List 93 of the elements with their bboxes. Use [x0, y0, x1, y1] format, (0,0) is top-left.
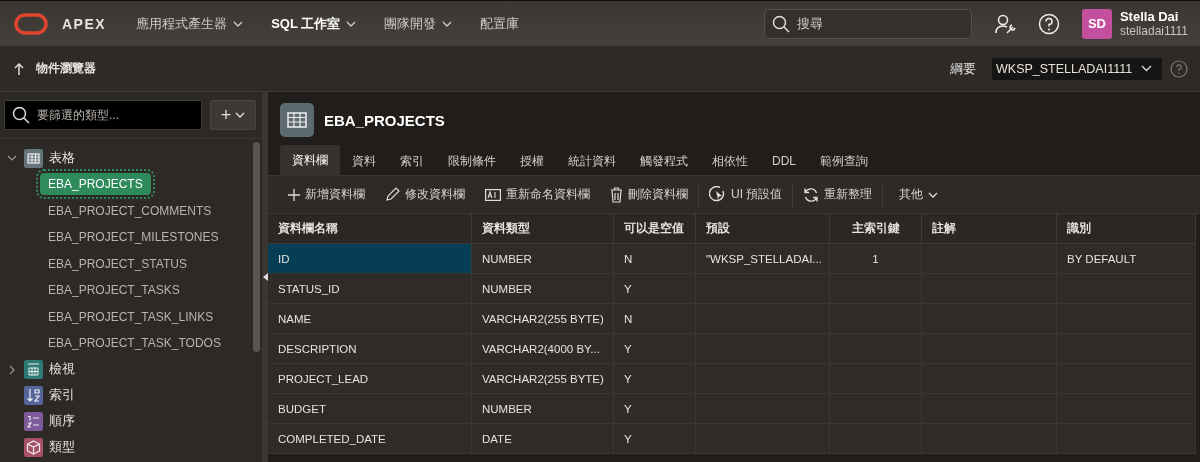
- table-cell: VARCHAR2(4000 BY...: [472, 334, 614, 364]
- table-cell: Y: [614, 424, 696, 454]
- add-button[interactable]: +: [210, 100, 256, 130]
- caret-icon: [235, 112, 246, 118]
- toolbar-button[interactable]: 刪除資料欄: [600, 180, 698, 209]
- table-cell: NAME: [268, 304, 472, 334]
- column-header[interactable]: 資料類型: [472, 214, 614, 244]
- table-cell: NUMBER: [472, 274, 614, 304]
- tab[interactable]: 授權: [508, 147, 556, 175]
- table-cell: 1: [830, 244, 922, 274]
- table-cell: DATE: [472, 424, 614, 454]
- table-cell: COMPLETED_DATE: [268, 424, 472, 454]
- tab[interactable]: 範例查詢: [808, 147, 880, 175]
- table-cell: BY DEFAULT: [1057, 244, 1196, 274]
- trash-icon: [610, 186, 623, 203]
- table-icon: [280, 103, 314, 137]
- table-cell: PROJECT_LEAD: [268, 364, 472, 394]
- nav-menu[interactable]: 配置庫: [480, 14, 520, 33]
- object-title: EBA_PROJECTS: [324, 111, 445, 129]
- table-cell: Y: [614, 334, 696, 364]
- toolbar-button[interactable]: 重新命名資料欄: [475, 180, 600, 209]
- tree-item[interactable]: EBA_PROJECT_TASK_TODOS: [40, 332, 229, 355]
- table-cell: Y: [614, 274, 696, 304]
- tab[interactable]: 資料: [340, 147, 388, 175]
- caret-icon: [442, 20, 453, 27]
- tab[interactable]: 資料欄: [280, 145, 340, 175]
- table-cell: VARCHAR2(255 BYTE): [472, 364, 614, 394]
- column-header[interactable]: 可以是空值: [614, 214, 696, 244]
- tree-item[interactable]: 檢視: [49, 361, 75, 378]
- cursor-circle-icon: [709, 186, 726, 203]
- column-header[interactable]: 資料欄名稱: [268, 214, 472, 244]
- user-id: stelladai1111: [1119, 24, 1188, 38]
- user-avatar[interactable]: SD: [1081, 8, 1112, 39]
- search-icon: [12, 106, 30, 124]
- table-cell: NUMBER: [472, 244, 614, 274]
- tree-item[interactable]: 順序: [49, 413, 75, 430]
- user-settings-icon[interactable]: [993, 12, 1016, 35]
- plus-icon: [288, 188, 300, 201]
- tab[interactable]: 索引: [388, 147, 436, 175]
- tree-item[interactable]: 索引: [49, 387, 75, 404]
- scrollbar[interactable]: [253, 142, 260, 352]
- column-header[interactable]: 主索引鍵: [830, 214, 922, 244]
- tab[interactable]: 統計資料: [556, 147, 628, 175]
- table-cell: Y: [614, 394, 696, 424]
- table-cell: N: [614, 304, 696, 334]
- column-header[interactable]: 識別: [1057, 214, 1196, 244]
- refresh-icon: [803, 186, 820, 203]
- tree-item[interactable]: 類型: [49, 439, 75, 456]
- field-label: 綱要: [950, 59, 976, 78]
- column-header[interactable]: 預設: [696, 214, 830, 244]
- filter-field[interactable]: 要篩選的類型...: [4, 100, 202, 130]
- search-icon: [771, 14, 790, 33]
- toolbar-button[interactable]: 新增資料欄: [278, 180, 375, 209]
- logo-text: APEX: [62, 15, 107, 32]
- page-title: 物件瀏覽器: [36, 60, 96, 77]
- text-field-icon: [485, 188, 501, 201]
- nav-menu[interactable]: 團隊開發: [384, 14, 453, 33]
- up-arrow-icon[interactable]: [14, 62, 24, 75]
- toolbar-button[interactable]: UI 預設值: [699, 180, 793, 209]
- table-cell: BUDGET: [268, 394, 472, 424]
- table-cell: "WKSP_STELLADAI...: [696, 244, 830, 274]
- table-cell: N: [614, 244, 696, 274]
- tab[interactable]: DDL: [760, 147, 808, 175]
- table-cell: ID: [268, 244, 472, 274]
- tree-item[interactable]: EBA_PROJECT_COMMENTS: [40, 199, 220, 222]
- column-header[interactable]: 註解: [922, 214, 1057, 244]
- tab[interactable]: 限制條件: [436, 147, 508, 175]
- toolbar-button[interactable]: 重新整理: [793, 180, 883, 209]
- logo-icon: [14, 12, 48, 35]
- nav-menu[interactable]: SQL 工作室: [271, 14, 357, 33]
- table-cell: VARCHAR2(255 BYTE): [472, 304, 614, 334]
- nav-menu[interactable]: 應用程式產生器: [136, 14, 244, 33]
- table-cell: NUMBER: [472, 394, 614, 424]
- toolbar-button[interactable]: 其他: [889, 180, 949, 209]
- tree-item[interactable]: EBA_PROJECT_STATUS: [40, 252, 195, 275]
- tab[interactable]: 相依性: [700, 147, 760, 175]
- tab[interactable]: 觸發程式: [628, 147, 700, 175]
- tree-item[interactable]: EBA_PROJECT_TASK_LINKS: [40, 305, 222, 328]
- caret-icon: [233, 20, 244, 27]
- tree-item[interactable]: EBA_PROJECT_MILESTONES: [40, 226, 227, 249]
- tree-item[interactable]: EBA_PROJECT_TASKS: [40, 279, 188, 302]
- table-cell: STATUS_ID: [268, 274, 472, 304]
- pencil-icon: [385, 187, 400, 202]
- schema-select[interactable]: WKSP_STELLADAI1111: [992, 57, 1162, 80]
- user-name: Stella Dai: [1119, 9, 1180, 24]
- caret-icon: [346, 20, 357, 27]
- toolbar-button[interactable]: 修改資料欄: [375, 180, 475, 209]
- caret-icon: [1141, 65, 1152, 72]
- search-field[interactable]: 搜尋: [763, 8, 972, 39]
- tree-item[interactable]: 表格: [49, 149, 75, 167]
- caret-icon: [928, 191, 939, 198]
- table-cell: DESCRIPTION: [268, 334, 472, 364]
- table-cell: Y: [614, 364, 696, 394]
